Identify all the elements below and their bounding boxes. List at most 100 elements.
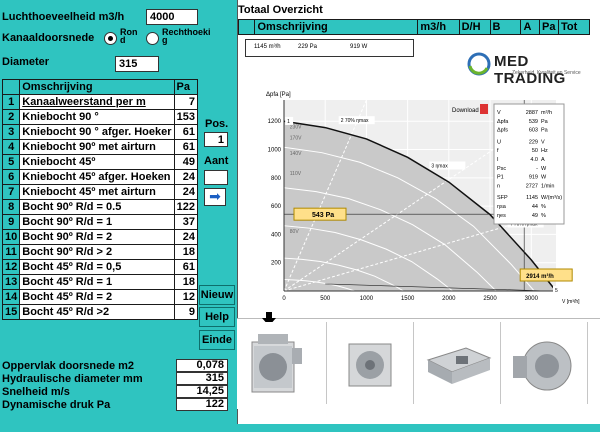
table-row[interactable]: 9 Bocht 90º R/d = 1 37	[1, 214, 199, 230]
stat-value: 0,078	[176, 359, 228, 372]
pdf-icon	[480, 104, 488, 114]
row-pa: 24	[173, 184, 199, 200]
y-tick-label: 200	[271, 261, 282, 267]
table-row[interactable]: 1 Kanaalweerstand per m7	[1, 94, 199, 110]
einde-button[interactable]: Einde	[199, 330, 235, 350]
stat-label: Dynamische druk Pa	[2, 399, 111, 411]
table-row[interactable]: 6 Kniebocht 45º afger. Hoeken 24	[1, 169, 199, 185]
curve-marker: 1	[285, 116, 294, 125]
product-thumb-1[interactable]	[240, 322, 327, 404]
row-pa: 153	[173, 109, 199, 125]
table-header: Omschrijving Pa	[1, 79, 199, 95]
table-row[interactable]: 14 Bocht 45º R/d = 2 12	[1, 289, 199, 305]
y-tick-label: 800	[271, 176, 282, 182]
row-desc: Bocht 45º R/d = 2	[19, 289, 175, 305]
add-arrow-button[interactable]: ➡	[204, 188, 226, 206]
stat-value: 14,25	[176, 385, 228, 398]
diameter-input[interactable]: 315	[115, 56, 159, 72]
info-unit: m³/h	[541, 110, 552, 116]
info-value: 229	[529, 139, 538, 145]
table-row[interactable]: 8 Bocht 90º R/d = 0.5 122	[1, 199, 199, 215]
row-pa: 24	[173, 229, 199, 245]
help-button[interactable]: Help	[199, 307, 235, 327]
product-thumb-4[interactable]	[501, 322, 588, 404]
table-row[interactable]: 4 Kniebocht 90º met airturn 61	[1, 139, 199, 155]
col-desc-header: Omschrijving	[19, 79, 175, 95]
table-row[interactable]: 15 Bocht 45º R/d >2 9	[1, 304, 199, 320]
y-tick-label: 1000	[268, 148, 282, 154]
info-unit: A	[541, 157, 545, 163]
row-pa: 24	[173, 169, 199, 185]
info-key: Psc	[497, 166, 506, 172]
airflow-label: Luchthoeveelheid m3/h	[2, 11, 125, 23]
table-row[interactable]: 13 Bocht 45º R/d = 1 18	[1, 274, 199, 290]
nieuw-button[interactable]: Nieuw	[199, 285, 235, 305]
row-number: 2	[1, 109, 21, 125]
airflow-input[interactable]: 4000	[146, 9, 198, 25]
bottom-strip	[0, 424, 600, 432]
product-thumb-2[interactable]	[327, 322, 414, 404]
col-pa-header: Pa	[173, 79, 199, 95]
row-pa: 61	[173, 139, 199, 155]
info-value: 603	[529, 128, 538, 134]
info-value: 539	[529, 119, 538, 125]
row-pa: 12	[173, 289, 199, 305]
info-key: V	[497, 110, 501, 116]
row-number: 15	[1, 304, 21, 320]
fan-box-product-2-icon	[348, 343, 392, 387]
flow-readout: 2914 m³/h	[526, 273, 554, 280]
row-pa: 18	[173, 244, 199, 260]
table-row[interactable]: 5 Kniebocht 45º 49	[1, 154, 199, 170]
rect-radio[interactable]	[146, 32, 159, 45]
fan-wheel-product-4-icon	[513, 341, 572, 391]
marker-label: 2 70% ηmax	[341, 118, 369, 124]
summary-strip: 1145 m³/h 229 Pa 919 W	[245, 39, 414, 57]
stat-value: 122	[176, 398, 228, 411]
y-tick-label: 400	[271, 232, 282, 238]
info-unit: Pa	[541, 119, 549, 125]
stat-value: 315	[176, 372, 228, 385]
table-row[interactable]: 11 Bocht 90º R/d > 2 18	[1, 244, 199, 260]
info-unit: Pa	[541, 128, 549, 134]
aant-input[interactable]	[204, 170, 228, 185]
row-pa: 37	[173, 214, 199, 230]
pos-input[interactable]: 1	[204, 132, 228, 147]
table-row[interactable]: 7 Kniebocht 45º met airturn 24	[1, 184, 199, 200]
round-radio[interactable]	[104, 32, 117, 45]
info-value: 1145	[526, 195, 538, 201]
table-row[interactable]: 10 Bocht 90º R/d = 2 24	[1, 229, 199, 245]
pos-label: Pos.	[205, 118, 229, 130]
row-number: 8	[1, 199, 21, 215]
row-desc: Bocht 90º R/d = 0.5	[19, 199, 175, 215]
info-unit: W	[541, 175, 547, 181]
product-thumb-3[interactable]	[414, 322, 501, 404]
fan-performance-chart[interactable]: 0 500 1000 1500 2000 2500 3000 200 400 600 800 1000…	[262, 90, 588, 312]
overview-table: Omschrijving m3/h D/H B A Pa Tot	[237, 19, 590, 35]
row-number: 9	[1, 214, 21, 230]
ov-col-b: B	[489, 19, 522, 35]
curve-marker: 2 70% ηmax	[338, 116, 375, 125]
row-desc: Bocht 45º R/d >2	[19, 304, 175, 320]
table-row[interactable]: 2 Kniebocht 90 ° 153	[1, 109, 199, 125]
table-row[interactable]: 12 Bocht 45º R/d = 0,5 61	[1, 259, 199, 275]
summary-pa: 229 Pa	[298, 44, 318, 50]
info-key: P1	[497, 175, 504, 181]
info-key: ηsa	[497, 204, 507, 210]
row-number: 11	[1, 244, 21, 260]
info-unit: V	[541, 139, 545, 145]
row-desc: Kniebocht 90º met airturn	[19, 139, 175, 155]
row-pa: 18	[173, 274, 199, 290]
row-pa: 122	[173, 199, 199, 215]
info-value: 44	[532, 204, 538, 210]
row-number: 12	[1, 259, 21, 275]
stat-label: Oppervlak doorsnede m2	[2, 360, 135, 372]
round-label: Ron d	[120, 27, 138, 45]
voltage-label: 140V	[290, 151, 302, 157]
info-value: -	[536, 166, 538, 172]
row-number: 3	[1, 124, 21, 140]
info-value: 2887	[526, 110, 538, 116]
table-row[interactable]: 3 Kniebocht 90 ° afger. Hoeker 61	[1, 124, 199, 140]
overview-title: Totaal Overzicht	[238, 4, 323, 16]
marker-label: 3 ηmax	[431, 163, 448, 169]
row-desc: Bocht 90º R/d = 1	[19, 214, 175, 230]
